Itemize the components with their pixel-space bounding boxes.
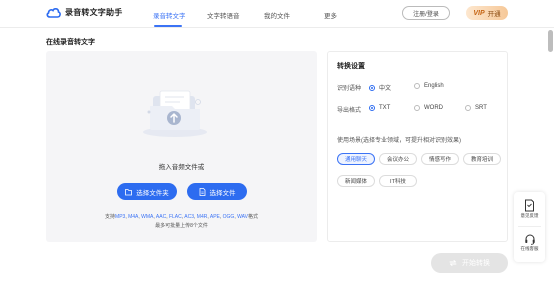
- radio-selected-icon: [369, 84, 375, 91]
- upload-limit-text: 最多可批量上传8个文件: [155, 223, 208, 229]
- format-radio-word[interactable]: WORD: [414, 105, 443, 111]
- scene-chip-news-media[interactable]: 新闻媒体: [337, 175, 375, 187]
- format-option-label: WORD: [424, 105, 443, 111]
- radio-selected-icon: [369, 105, 375, 111]
- format-m4r: M4R: [196, 214, 208, 220]
- page-scrollbar[interactable]: [548, 30, 553, 52]
- start-convert-button[interactable]: 开始转换: [431, 253, 508, 273]
- language-radio-english[interactable]: English: [414, 83, 444, 89]
- scene-chip-meeting[interactable]: 会议办公: [379, 153, 417, 165]
- nav-more[interactable]: 更多: [324, 10, 337, 20]
- vip-badge: VIP: [473, 9, 485, 17]
- nav-active-indicator: [154, 25, 182, 27]
- format-ogg: OGG: [222, 214, 235, 220]
- scene-chip-it-tech[interactable]: IT科技: [379, 175, 417, 187]
- select-file-label: 选择文件: [209, 189, 236, 197]
- language-label: 识别语种: [337, 86, 362, 92]
- language-radio-chinese[interactable]: 中文: [369, 83, 391, 92]
- radio-empty-icon: [465, 105, 471, 111]
- feedback-label: 意见反馈: [520, 213, 539, 218]
- scene-label: 使用场景(选择专业领域，可提升相对识别效果): [337, 138, 461, 144]
- format-radio-srt[interactable]: SRT: [465, 105, 487, 111]
- side-tools-divider: [518, 226, 541, 227]
- scene-chip-general-chat[interactable]: 通用聊天: [337, 153, 375, 165]
- file-icon: [199, 187, 205, 196]
- start-convert-label: 开始转换: [462, 260, 490, 267]
- format-wav: WAV: [237, 214, 248, 220]
- radio-empty-icon: [414, 105, 420, 111]
- upload-folder-illustration: [143, 90, 207, 137]
- vip-label: 开通: [487, 11, 501, 18]
- format-wma: WMA: [141, 214, 154, 220]
- formats-prefix: 支持: [105, 214, 116, 220]
- convert-icon: [449, 260, 457, 266]
- app-title: 录音转文字助手: [65, 8, 123, 17]
- cloud-logo-icon: [46, 8, 61, 18]
- format-ac3: AC3: [184, 214, 194, 220]
- format-option-label: TXT: [379, 105, 391, 111]
- vip-button[interactable]: VIP 开通: [466, 6, 508, 20]
- format-mp3: MP3: [115, 214, 126, 220]
- service-label: 在线客服: [520, 246, 539, 251]
- folder-icon: [125, 188, 133, 195]
- select-folder-label: 选择文件夹: [136, 189, 169, 197]
- radio-empty-icon: [414, 83, 420, 89]
- select-file-button[interactable]: 选择文件: [187, 183, 247, 200]
- format-radio-txt[interactable]: TXT: [369, 105, 390, 111]
- language-option-label: 中文: [379, 86, 392, 92]
- scene-chip-education[interactable]: 教育培训: [463, 153, 501, 165]
- select-folder-button[interactable]: 选择文件夹: [117, 183, 177, 200]
- floating-side-tools: 意见反馈 在线客服: [514, 192, 545, 262]
- upload-section-title: 在线录音转文字: [46, 39, 95, 46]
- page: 录音转文字助手 录音转文字 文字转语音 我的文件 更多 注册/登录 VIP 开通…: [0, 0, 554, 285]
- online-service-tool[interactable]: 在线客服: [514, 233, 545, 252]
- format-m4a: M4A: [128, 214, 139, 220]
- nav-text-to-speech[interactable]: 文字转语音: [207, 10, 240, 20]
- scene-chip-writing[interactable]: 情感写作: [421, 153, 459, 165]
- drop-hint-text: 拖入音频文件或: [158, 164, 205, 171]
- format-aac: AAC: [155, 214, 167, 220]
- top-header: 录音转文字助手 录音转文字 文字转语音 我的文件 更多 注册/登录 VIP 开通: [0, 0, 554, 28]
- headset-icon: [524, 234, 535, 245]
- format-option-label: SRT: [475, 105, 487, 111]
- logo[interactable]: 录音转文字助手: [46, 7, 122, 18]
- supported-formats: 支持MP3, M4A, WMA, AAC, FLAC, AC3, M4R, AP…: [105, 214, 258, 220]
- format-ape: APE: [209, 214, 220, 220]
- export-format-label: 导出格式: [337, 108, 362, 114]
- feedback-icon: [525, 199, 534, 212]
- nav-my-files[interactable]: 我的文件: [264, 10, 290, 20]
- formats-suffix: 格式: [247, 214, 258, 220]
- language-option-label: English: [424, 83, 444, 89]
- nav-speech-to-text[interactable]: 录音转文字: [153, 10, 186, 20]
- format-flac: FLAC: [168, 214, 182, 220]
- settings-title: 转换设置: [337, 63, 365, 70]
- settings-panel: [327, 51, 508, 242]
- feedback-tool[interactable]: 意见反馈: [514, 199, 545, 219]
- login-button[interactable]: 注册/登录: [402, 6, 450, 20]
